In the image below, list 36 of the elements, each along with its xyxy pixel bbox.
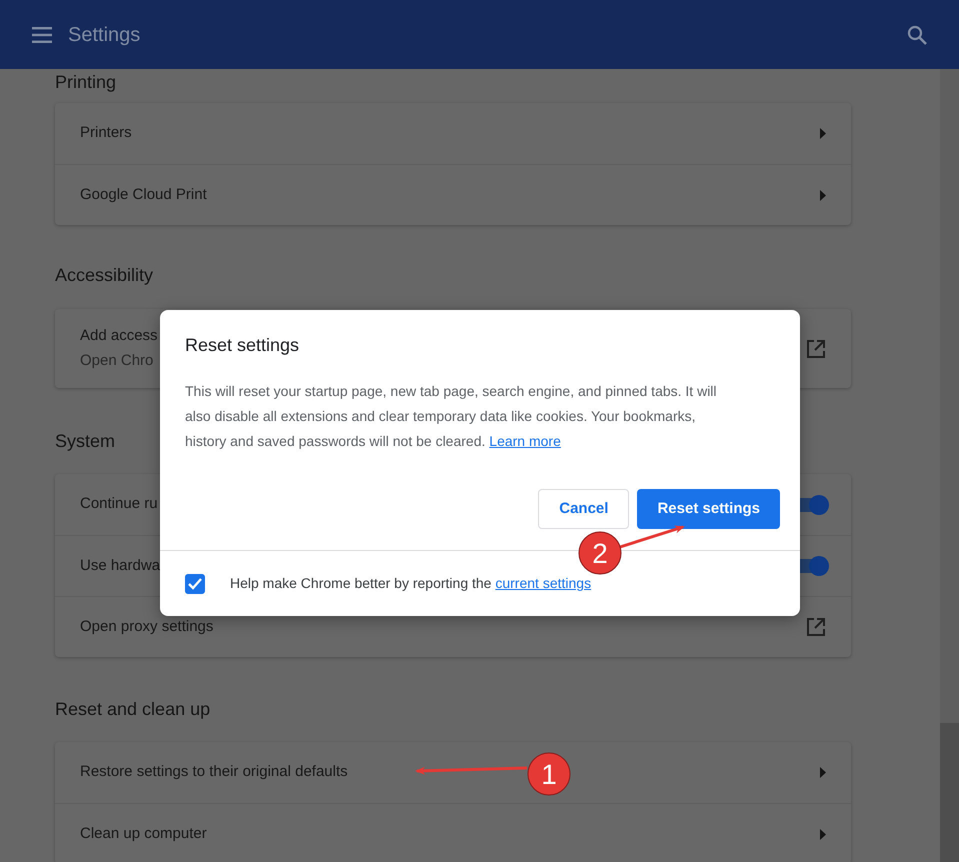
menu-icon[interactable] <box>32 26 52 42</box>
cancel-button[interactable]: Cancel <box>538 489 630 529</box>
checkbox[interactable] <box>185 574 205 594</box>
annotation-number: 2 <box>592 538 608 569</box>
section-title: Reset and clean up <box>55 698 210 720</box>
caret-icon[interactable] <box>820 828 826 840</box>
checkbox-label: Help make Chrome better by reporting the current settings <box>230 574 592 593</box>
row-label[interactable]: Continue ru <box>80 493 158 516</box>
row-label[interactable]: Google Cloud Print <box>80 184 207 206</box>
page-title: Settings <box>68 22 140 48</box>
section-title: Accessibility <box>55 264 154 286</box>
caret-icon[interactable] <box>820 767 826 778</box>
caret-icon[interactable] <box>820 128 826 139</box>
search-icon[interactable] <box>907 24 927 44</box>
row-label[interactable]: Restore settings to their original defaults <box>80 761 348 784</box>
learn-more-link[interactable]: Learn more <box>489 433 561 449</box>
external-link-icon[interactable] <box>806 617 826 637</box>
external-link-icon[interactable] <box>806 338 826 358</box>
reset-settings-button[interactable]: Reset settings <box>637 489 780 529</box>
section-title: Printing <box>55 71 116 93</box>
scrollbar[interactable] <box>940 69 959 862</box>
row-label[interactable]: Add access <box>80 325 158 348</box>
row-label[interactable]: Clean up computer <box>80 822 207 846</box>
section-title: System <box>55 430 116 452</box>
caret-icon[interactable] <box>820 190 826 200</box>
row-label[interactable]: Use hardwa <box>80 554 160 578</box>
annotation-number: 1 <box>541 759 557 790</box>
row-label[interactable]: Printers <box>80 122 132 145</box>
dialog-message: This will reset your startup page, new tab page, search engine, and pinned tabs. It will also disable all extensions and clear temporary data like cookies. Your bookmarks, history and saved passwords will not be cleared. Learn more <box>184 382 718 451</box>
current-settings-link[interactable]: current settings <box>495 575 592 591</box>
annotation-arrow <box>620 526 685 548</box>
row-sublabel: Open Chro <box>80 350 154 370</box>
row-label[interactable]: Open proxy settings <box>80 616 214 638</box>
annotation-badge <box>578 532 622 574</box>
dialog-title: Reset settings <box>184 334 300 357</box>
annotation-badge <box>528 752 570 796</box>
